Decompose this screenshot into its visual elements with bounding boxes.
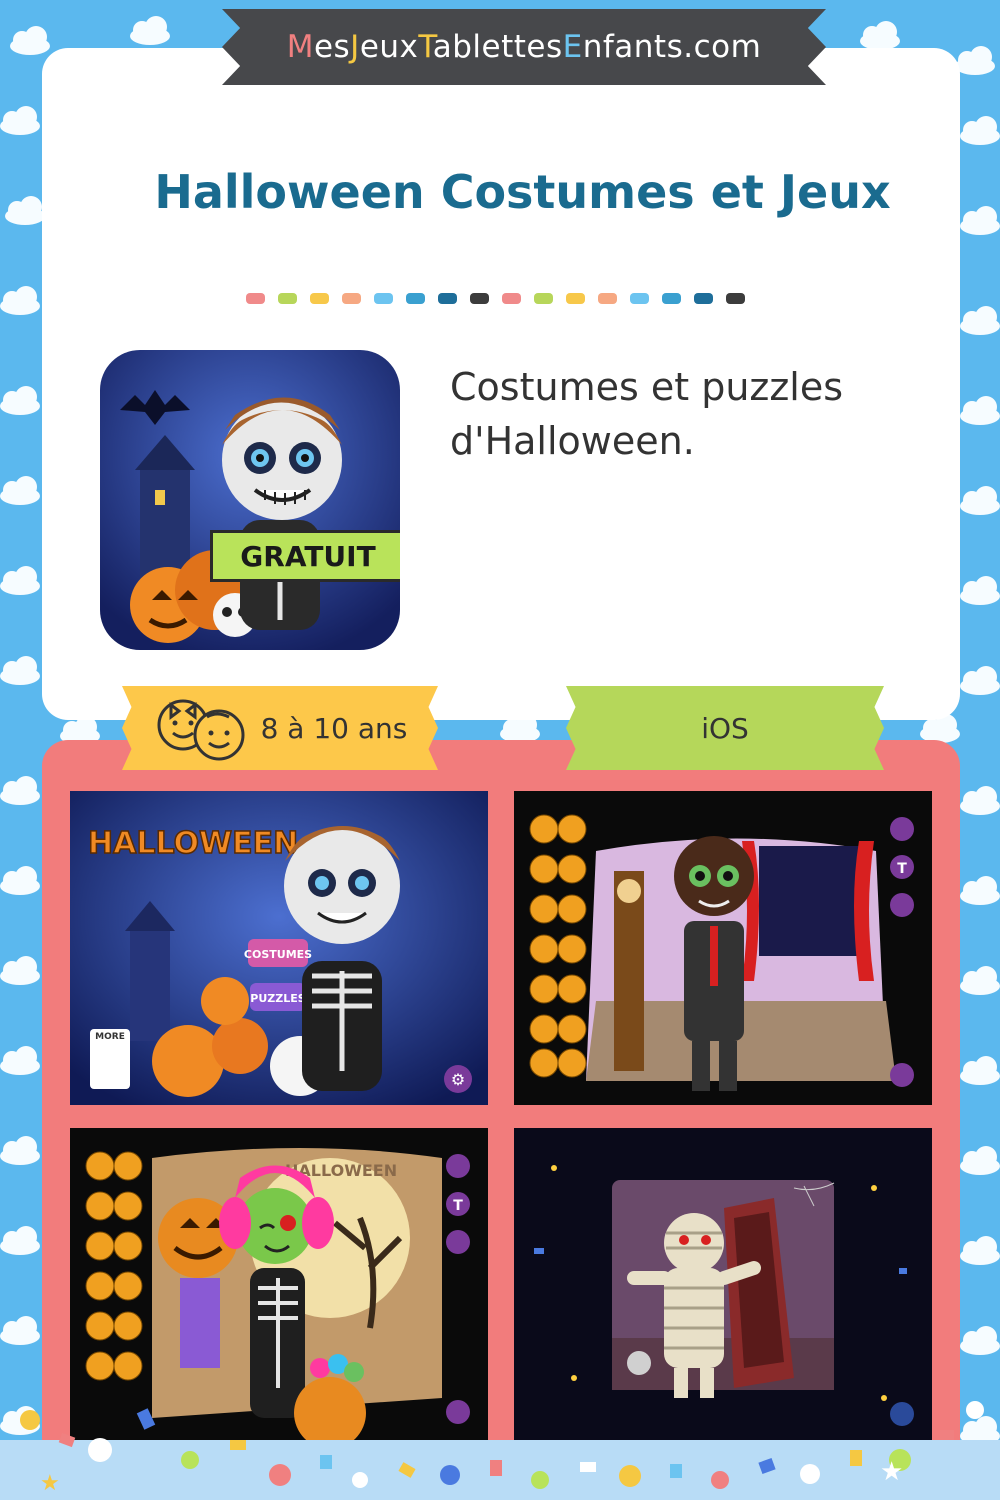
divider-dot <box>534 293 553 304</box>
site-name-segment: M <box>286 29 314 65</box>
divider-dot <box>470 293 489 304</box>
divider-dot <box>374 293 393 304</box>
site-name-segment: E <box>562 29 583 65</box>
skeleton-boy-illustration <box>100 350 400 650</box>
screenshot-title-screen[interactable]: HALLOWEEN COSTUMES PUZZLES MORE ⚙ <box>70 791 488 1105</box>
divider-dot <box>278 293 297 304</box>
costume-room-illustration: T <box>514 791 932 1105</box>
app-icon[interactable]: GRATUIT <box>100 350 400 650</box>
puzzles-button: PUZZLES <box>250 992 305 1005</box>
divider-dot <box>342 293 361 304</box>
site-name-segment: es <box>313 29 351 65</box>
page-title: Halloween Costumes et Jeux <box>154 165 891 219</box>
app-description: Costumes et puzzles d'Halloween. <box>450 365 844 463</box>
halloween-logo: HALLOWEEN <box>88 826 298 861</box>
screenshot-costume-room[interactable]: T <box>514 791 932 1105</box>
divider-dot <box>438 293 457 304</box>
divider-dot <box>310 293 329 304</box>
divider-dot <box>726 293 745 304</box>
divider-dot <box>246 293 265 304</box>
site-name-segment: T <box>418 29 433 65</box>
free-badge: GRATUIT <box>210 530 400 582</box>
site-name-segment: ablettes <box>432 29 563 65</box>
site-name-segment: nfants.com <box>582 29 762 65</box>
color-divider <box>246 293 745 304</box>
divider-dot <box>502 293 521 304</box>
age-range-label: 8 à 10 ans <box>260 711 408 745</box>
divider-dot <box>662 293 681 304</box>
site-banner[interactable]: MesJeuxTablettesEnfants.com <box>222 9 826 85</box>
mummy-puzzle-illustration <box>514 1128 932 1442</box>
text-tool-icon: T <box>453 1198 463 1214</box>
costumes-button: COSTUMES <box>244 948 312 961</box>
site-name-segment: eux <box>359 29 419 65</box>
settings-gear-icon: ⚙ <box>451 1070 465 1089</box>
divider-dot <box>566 293 585 304</box>
site-name-segment: J <box>350 29 360 65</box>
text-tool-icon: T <box>897 861 907 877</box>
kids-faces-icon <box>157 699 245 761</box>
platform-tag: iOS <box>566 686 884 770</box>
divider-dot <box>630 293 649 304</box>
more-games-label: MORE <box>95 1032 125 1042</box>
divider-dot <box>598 293 617 304</box>
screenshot-costume-moon[interactable]: HALLOWEEN T <box>70 1128 488 1442</box>
title-screen-illustration: HALLOWEEN COSTUMES PUZZLES MORE ⚙ <box>70 791 488 1105</box>
divider-dot <box>694 293 713 304</box>
platform-label: iOS <box>701 711 749 745</box>
screenshot-puzzle-mummy[interactable] <box>514 1128 932 1442</box>
moonlit-costume-illustration: HALLOWEEN T <box>70 1128 488 1442</box>
site-name[interactable]: MesJeuxTablettesEnfants.com <box>287 29 762 65</box>
age-range-tag: 8 à 10 ans <box>122 686 438 770</box>
divider-dot <box>406 293 425 304</box>
